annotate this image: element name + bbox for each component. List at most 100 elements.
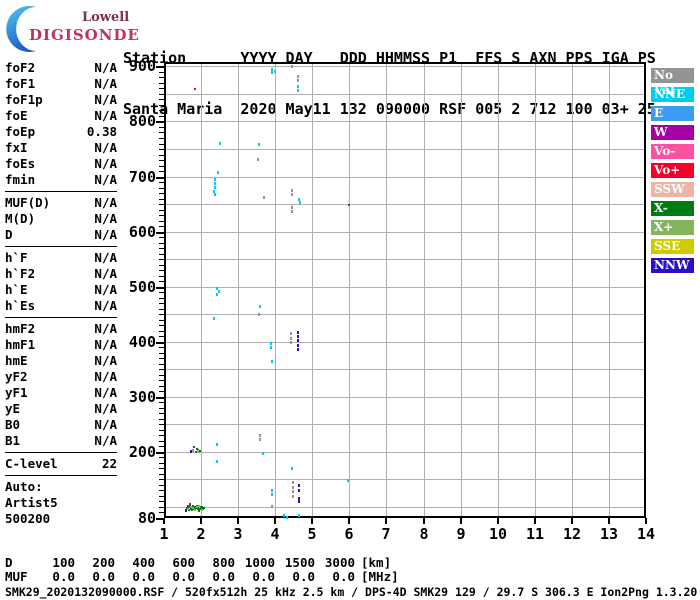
scatter-point-nne: [218, 290, 220, 293]
scatter-point-nne: [271, 71, 273, 74]
scatter-point-x+: [201, 509, 203, 511]
scatter-point-nne: [216, 293, 218, 296]
scatter-point-nnw: [190, 450, 192, 453]
doppler-legend: No ValNNE EW Vo- Vo+ SSW X- X+ SSE NNW: [651, 68, 694, 277]
scatter-point-nne: [298, 514, 300, 517]
row-value: 200: [92, 555, 115, 570]
scatter-point-noval: [258, 313, 260, 316]
row-value: 0.0: [292, 569, 315, 584]
scatter-point-x-: [203, 507, 205, 509]
scatter-point-nnw: [298, 489, 300, 492]
scatter-point-nne: [259, 305, 261, 308]
legend-item: E: [651, 106, 694, 121]
scatter-point-x-: [198, 510, 200, 512]
scatter-point-nne: [271, 360, 273, 363]
d-muf-table: D 100 200 400 600 800 1000 1500 3000 [km] MUF 0.0 0.…: [5, 556, 399, 584]
scatter-point-noval: [292, 481, 294, 484]
scatter-point-nnw: [297, 348, 299, 351]
scatter-point-x-: [199, 450, 201, 452]
scatter-point-nne: [299, 201, 301, 204]
scatter-point-nne: [262, 452, 264, 455]
legend-item: SSW: [651, 182, 694, 197]
scatter-point-nne: [271, 489, 273, 492]
row-unit: [MHz]: [361, 569, 399, 584]
scatter-point-noval: [290, 341, 292, 344]
scatter-point-noval: [291, 193, 293, 196]
scatter-point-x-: [348, 204, 350, 206]
legend-item: Vo-: [651, 144, 694, 159]
scatter-point-noval: [274, 70, 276, 73]
legend-item: SSE: [651, 239, 694, 254]
row-label: MUF: [5, 569, 28, 584]
scatter-point-nne: [214, 178, 216, 181]
scatter-point-nne: [283, 514, 285, 517]
scatter-point-x-: [193, 446, 195, 448]
row-value: 3000: [324, 555, 355, 570]
plot-points-layer: [0, 0, 700, 600]
file-info-footer: SMK29_2020132090000.RSF / 520fx512h 25 k…: [5, 585, 698, 599]
scatter-point-noval: [290, 332, 292, 335]
scatter-point-nne: [270, 342, 272, 345]
legend-item: X-: [651, 201, 694, 216]
legend-item: W: [651, 125, 694, 140]
scatter-point-nne: [270, 346, 272, 349]
legend-item: NNE: [651, 87, 694, 102]
ionogram-screen: { "logo": {"lowell": "Lowell", "digisond…: [0, 0, 700, 600]
scatter-point-noval: [297, 75, 299, 78]
row-value: 0.0: [172, 569, 195, 584]
row-value: 0.0: [132, 569, 155, 584]
scatter-point-nnw: [297, 339, 299, 342]
scatter-point-noval: [192, 449, 194, 452]
scatter-point-noval: [297, 79, 299, 82]
scatter-point-noval: [292, 486, 294, 489]
row-value: 0.0: [52, 569, 75, 584]
scatter-point-nnw: [298, 500, 300, 503]
scatter-point-x+: [194, 509, 196, 511]
scatter-point-nnw: [297, 335, 299, 338]
scatter-point-nne: [214, 193, 216, 196]
legend-item: NNW: [651, 258, 694, 273]
scatter-point-nnw: [298, 484, 300, 487]
scatter-point-x+: [197, 450, 199, 452]
row-value: 100: [52, 555, 75, 570]
legend-item: X+: [651, 220, 694, 235]
scatter-point-noval: [291, 206, 293, 209]
scatter-point-noval: [291, 65, 293, 68]
muf-row: MUF 0.0 0.0 0.0 0.0 0.0 0.0 0.0 0.0 [MHz]: [5, 570, 399, 584]
row-value: 400: [132, 555, 155, 570]
legend-item: No Val: [651, 68, 694, 97]
scatter-point-nne: [286, 516, 288, 519]
scatter-point-noval: [291, 189, 293, 192]
legend-item: Vo+: [651, 163, 694, 178]
row-value: 0.0: [252, 569, 275, 584]
scatter-point-nne: [291, 467, 293, 470]
row-value: 0.0: [92, 569, 115, 584]
scatter-point-noval: [259, 434, 261, 437]
scatter-point-noval: [292, 495, 294, 498]
scatter-point-nne: [213, 317, 215, 320]
scatter-point-nne: [216, 460, 218, 463]
scatter-point-nne: [297, 85, 299, 88]
scatter-point-w: [189, 503, 191, 505]
scatter-point-nne: [271, 493, 273, 496]
row-value: 800: [212, 555, 235, 570]
scatter-point-noval: [263, 196, 265, 199]
row-value: 0.0: [332, 569, 355, 584]
row-value: 1000: [244, 555, 275, 570]
scatter-point-nne: [297, 89, 299, 92]
scatter-point-nne: [258, 143, 260, 146]
row-unit: [km]: [361, 555, 392, 570]
scatter-point-noval: [292, 490, 294, 493]
scatter-point-x+: [198, 505, 200, 507]
scatter-point-x+: [187, 508, 189, 510]
row-value: 0.0: [212, 569, 235, 584]
scatter-point-nne: [347, 479, 349, 482]
scatter-point-vo+: [194, 88, 196, 90]
scatter-point-noval: [257, 158, 259, 161]
row-value: 1500: [284, 555, 315, 570]
scatter-point-nnw: [297, 344, 299, 347]
row-label: D: [5, 555, 13, 570]
scatter-point-nne: [219, 142, 221, 145]
scatter-point-nne: [214, 186, 216, 189]
scatter-point-nne: [217, 171, 219, 174]
